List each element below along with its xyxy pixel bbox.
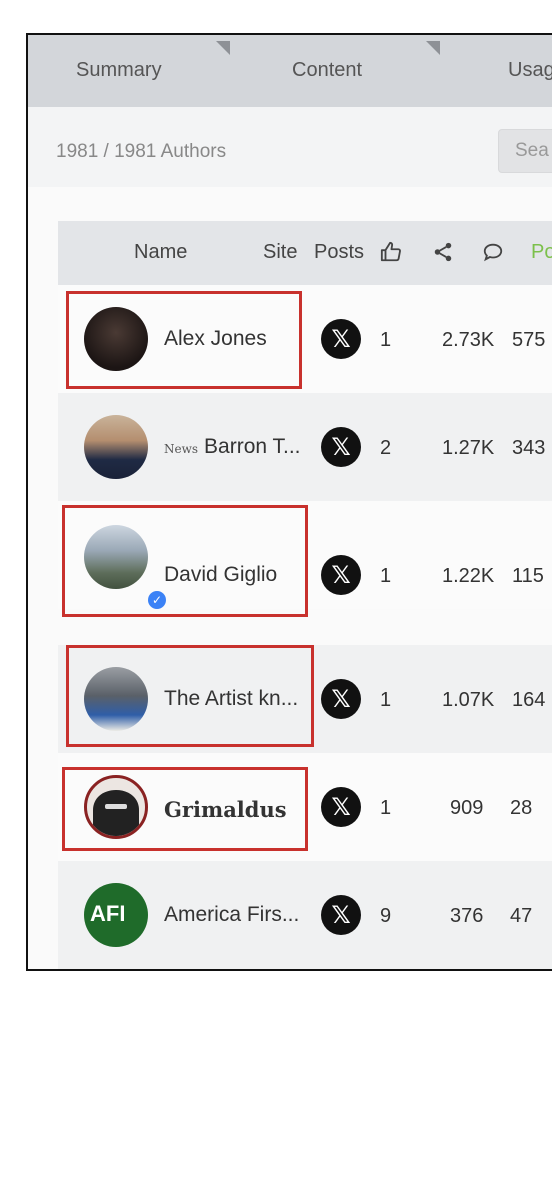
column-header-name[interactable]: Name — [134, 241, 187, 264]
table-row[interactable]: AFI America Firs... 𝕏 9 376 47 — [58, 861, 552, 969]
likes-count: 1.22K — [442, 565, 495, 587]
tab-usage[interactable]: Usag — [508, 59, 552, 82]
author-name[interactable]: America Firs... — [164, 903, 299, 927]
posts-count: 1 — [380, 565, 392, 587]
highlight-box — [66, 645, 314, 747]
likes-count: 1.07K — [442, 689, 495, 711]
posts-count: 1 — [380, 329, 392, 351]
likes-count: 1.27K — [442, 437, 495, 459]
likes-count: 376 — [450, 905, 484, 927]
avatar — [84, 415, 148, 479]
share-icon[interactable] — [432, 241, 454, 269]
highlight-box — [62, 767, 308, 851]
highlight-box — [66, 291, 302, 389]
table-row[interactable]: News Barron T... 𝕏 2 1.27K 343 — [58, 393, 552, 501]
author-name[interactable]: News Barron T... — [164, 435, 301, 459]
shares-count: 28 — [510, 797, 533, 819]
posts-count: 2 — [380, 437, 392, 459]
x-logo-icon[interactable]: 𝕏 — [321, 319, 361, 359]
author-table-panel: Summary Content Usag 1981 / 1981 Authors… — [26, 33, 552, 971]
avatar-initials: AFI — [90, 901, 126, 926]
tab-corner-marker — [426, 41, 440, 55]
toolbar: 1981 / 1981 Authors Sea — [28, 107, 552, 187]
shares-count: 47 — [510, 905, 533, 927]
shares-count: 115 — [512, 565, 544, 587]
posts-count: 1 — [380, 689, 392, 711]
shares-count: 164 — [512, 689, 546, 711]
shares-count: 343 — [512, 437, 546, 459]
table-header: Name Site Posts Po — [58, 221, 552, 285]
tab-bar: Summary Content Usag — [28, 35, 552, 107]
posts-count: 9 — [380, 905, 392, 927]
author-count: 1981 / 1981 Authors — [56, 141, 227, 162]
shares-count: 575 — [512, 329, 546, 351]
author-name-text: Barron T... — [204, 435, 301, 458]
news-prefix: News — [164, 442, 199, 456]
likes-count: 909 — [450, 797, 484, 819]
x-logo-icon[interactable]: 𝕏 — [321, 679, 361, 719]
likes-count: 2.73K — [442, 329, 495, 351]
avatar: AFI — [84, 883, 148, 947]
posts-count: 1 — [380, 797, 392, 819]
x-logo-icon[interactable]: 𝕏 — [321, 555, 361, 595]
column-header-posted[interactable]: Po — [531, 241, 552, 264]
comment-icon[interactable] — [482, 241, 504, 269]
highlight-box — [62, 505, 308, 617]
column-header-site[interactable]: Site — [263, 241, 297, 264]
column-header-posts[interactable]: Posts — [314, 241, 364, 264]
tab-content[interactable]: Content — [292, 59, 362, 82]
x-logo-icon[interactable]: 𝕏 — [321, 787, 361, 827]
thumbs-up-icon[interactable] — [380, 241, 402, 269]
search-input[interactable]: Sea — [498, 129, 552, 173]
tab-summary[interactable]: Summary — [76, 59, 162, 82]
x-logo-icon[interactable]: 𝕏 — [321, 427, 361, 467]
tab-corner-marker — [216, 41, 230, 55]
x-logo-icon[interactable]: 𝕏 — [321, 895, 361, 935]
